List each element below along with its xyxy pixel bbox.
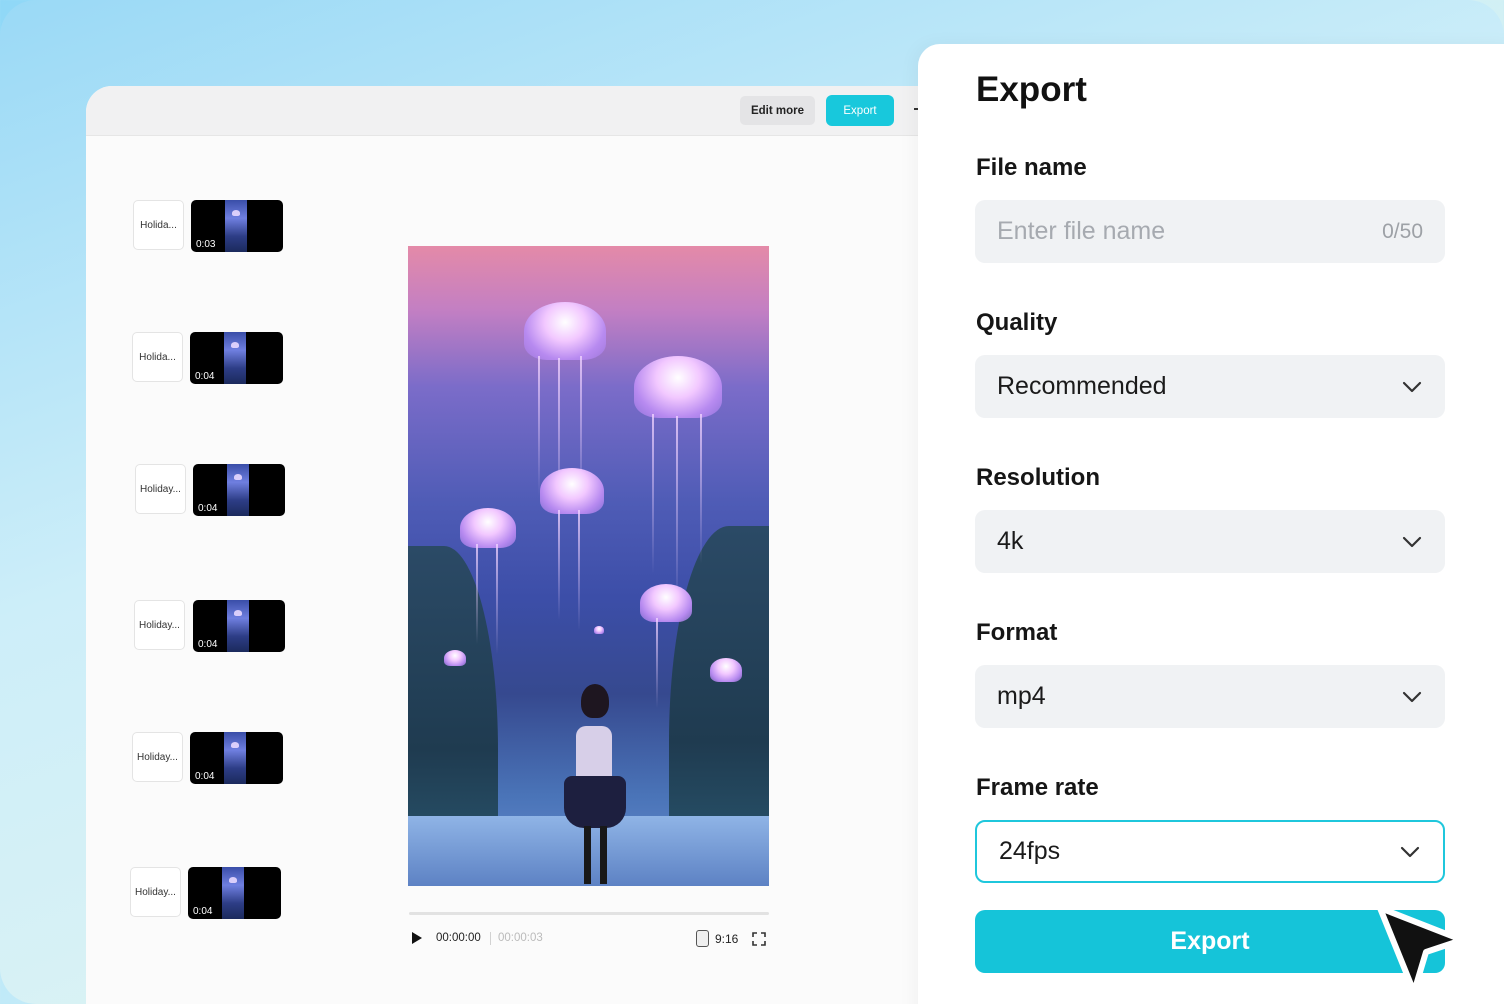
chevron-down-icon bbox=[1402, 381, 1422, 392]
total-time: 00:00:03 bbox=[498, 932, 543, 944]
clip-thumbnail[interactable]: 0:03 bbox=[191, 200, 283, 252]
preview-tentacle bbox=[652, 414, 654, 574]
panel-title: Export bbox=[976, 70, 1087, 109]
chevron-down-icon bbox=[1400, 846, 1420, 857]
editor-window: Edit more Export Holida... 0:03 Holida..… bbox=[86, 86, 986, 1004]
quality-value: Recommended bbox=[997, 372, 1167, 400]
preview-jellyfish bbox=[444, 650, 466, 666]
clip-duration: 0:04 bbox=[193, 906, 213, 917]
export-panel: Export File name 0/50 Quality Recommende… bbox=[918, 44, 1504, 1004]
preview-jellyfish bbox=[640, 584, 692, 622]
resolution-value: 4k bbox=[997, 527, 1024, 555]
chevron-down-icon bbox=[1402, 536, 1422, 547]
preview-tentacle bbox=[578, 510, 580, 630]
current-time: 00:00:00 bbox=[436, 932, 481, 944]
clip-duration: 0:03 bbox=[196, 239, 216, 250]
preview-figure-skirt bbox=[564, 776, 626, 828]
time-separator bbox=[490, 932, 491, 945]
clip-thumbnail-image bbox=[222, 867, 244, 919]
cursor-pointer-icon bbox=[1377, 905, 1465, 995]
format-label: Format bbox=[976, 619, 1058, 646]
file-name-counter: 0/50 bbox=[1382, 219, 1423, 243]
file-name-field[interactable]: 0/50 bbox=[975, 200, 1445, 263]
preview-tentacle bbox=[656, 618, 658, 708]
playback-progress-bar[interactable] bbox=[409, 912, 769, 915]
preview-figure-head bbox=[581, 684, 609, 718]
clip-thumbnail[interactable]: 0:04 bbox=[188, 867, 281, 919]
preview-tentacle bbox=[676, 416, 678, 606]
format-value: mp4 bbox=[997, 682, 1046, 710]
clip-thumbnail[interactable]: 0:04 bbox=[193, 600, 285, 652]
preview-tentacle bbox=[558, 510, 560, 620]
preview-jellyfish bbox=[524, 302, 606, 360]
frame-rate-value: 24fps bbox=[999, 837, 1061, 865]
file-name-label: File name bbox=[976, 154, 1087, 181]
format-select[interactable]: mp4 bbox=[975, 665, 1445, 728]
clip-thumbnail[interactable]: 0:04 bbox=[193, 464, 285, 516]
clip-duration: 0:04 bbox=[195, 771, 215, 782]
quality-select[interactable]: Recommended bbox=[975, 355, 1445, 418]
play-icon[interactable] bbox=[412, 932, 422, 944]
clip-thumbnail-image bbox=[224, 732, 246, 784]
preview-tentacle bbox=[476, 544, 478, 644]
clip-duration: 0:04 bbox=[195, 371, 215, 382]
preview-figure-leg bbox=[600, 826, 607, 884]
file-name-input[interactable] bbox=[997, 217, 1383, 246]
editor-toolbar: Edit more Export bbox=[86, 86, 986, 136]
preview-tentacle bbox=[538, 356, 540, 496]
clip-thumbnail-image bbox=[224, 332, 246, 384]
preview-figure-leg bbox=[584, 826, 591, 884]
preview-tentacle bbox=[700, 414, 702, 564]
clip-label: Holida... bbox=[133, 200, 184, 250]
toolbar-export-button[interactable]: Export bbox=[826, 95, 894, 126]
clip-duration: 0:04 bbox=[198, 639, 218, 650]
clip-thumbnail-image bbox=[227, 464, 249, 516]
clip-thumbnail[interactable]: 0:04 bbox=[190, 332, 283, 384]
video-preview[interactable] bbox=[408, 246, 769, 886]
clip-thumbnail-image bbox=[225, 200, 247, 252]
clip-duration: 0:04 bbox=[198, 503, 218, 514]
clip-thumbnail[interactable]: 0:04 bbox=[190, 732, 283, 784]
edit-more-button[interactable]: Edit more bbox=[740, 96, 815, 125]
preview-jellyfish bbox=[594, 626, 604, 634]
clip-label: Holiday... bbox=[132, 732, 183, 782]
aspect-ratio-label[interactable]: 9:16 bbox=[715, 932, 738, 946]
preview-jellyfish bbox=[460, 508, 516, 548]
frame-rate-label: Frame rate bbox=[976, 774, 1099, 801]
preview-tentacle bbox=[496, 544, 498, 654]
clip-label: Holiday... bbox=[135, 464, 186, 514]
clip-thumbnail-image bbox=[227, 600, 249, 652]
clip-label: Holiday... bbox=[134, 600, 185, 650]
clip-label: Holiday... bbox=[130, 867, 181, 917]
frame-rate-select[interactable]: 24fps bbox=[975, 820, 1445, 883]
resolution-select[interactable]: 4k bbox=[975, 510, 1445, 573]
preview-jellyfish bbox=[710, 658, 742, 682]
resolution-label: Resolution bbox=[976, 464, 1100, 491]
clip-label: Holida... bbox=[132, 332, 183, 382]
chevron-down-icon bbox=[1402, 691, 1422, 702]
fullscreen-icon[interactable] bbox=[752, 932, 766, 946]
preview-jellyfish bbox=[634, 356, 722, 418]
preview-jellyfish bbox=[540, 468, 604, 514]
aspect-ratio-icon[interactable] bbox=[696, 930, 709, 947]
quality-label: Quality bbox=[976, 309, 1058, 336]
